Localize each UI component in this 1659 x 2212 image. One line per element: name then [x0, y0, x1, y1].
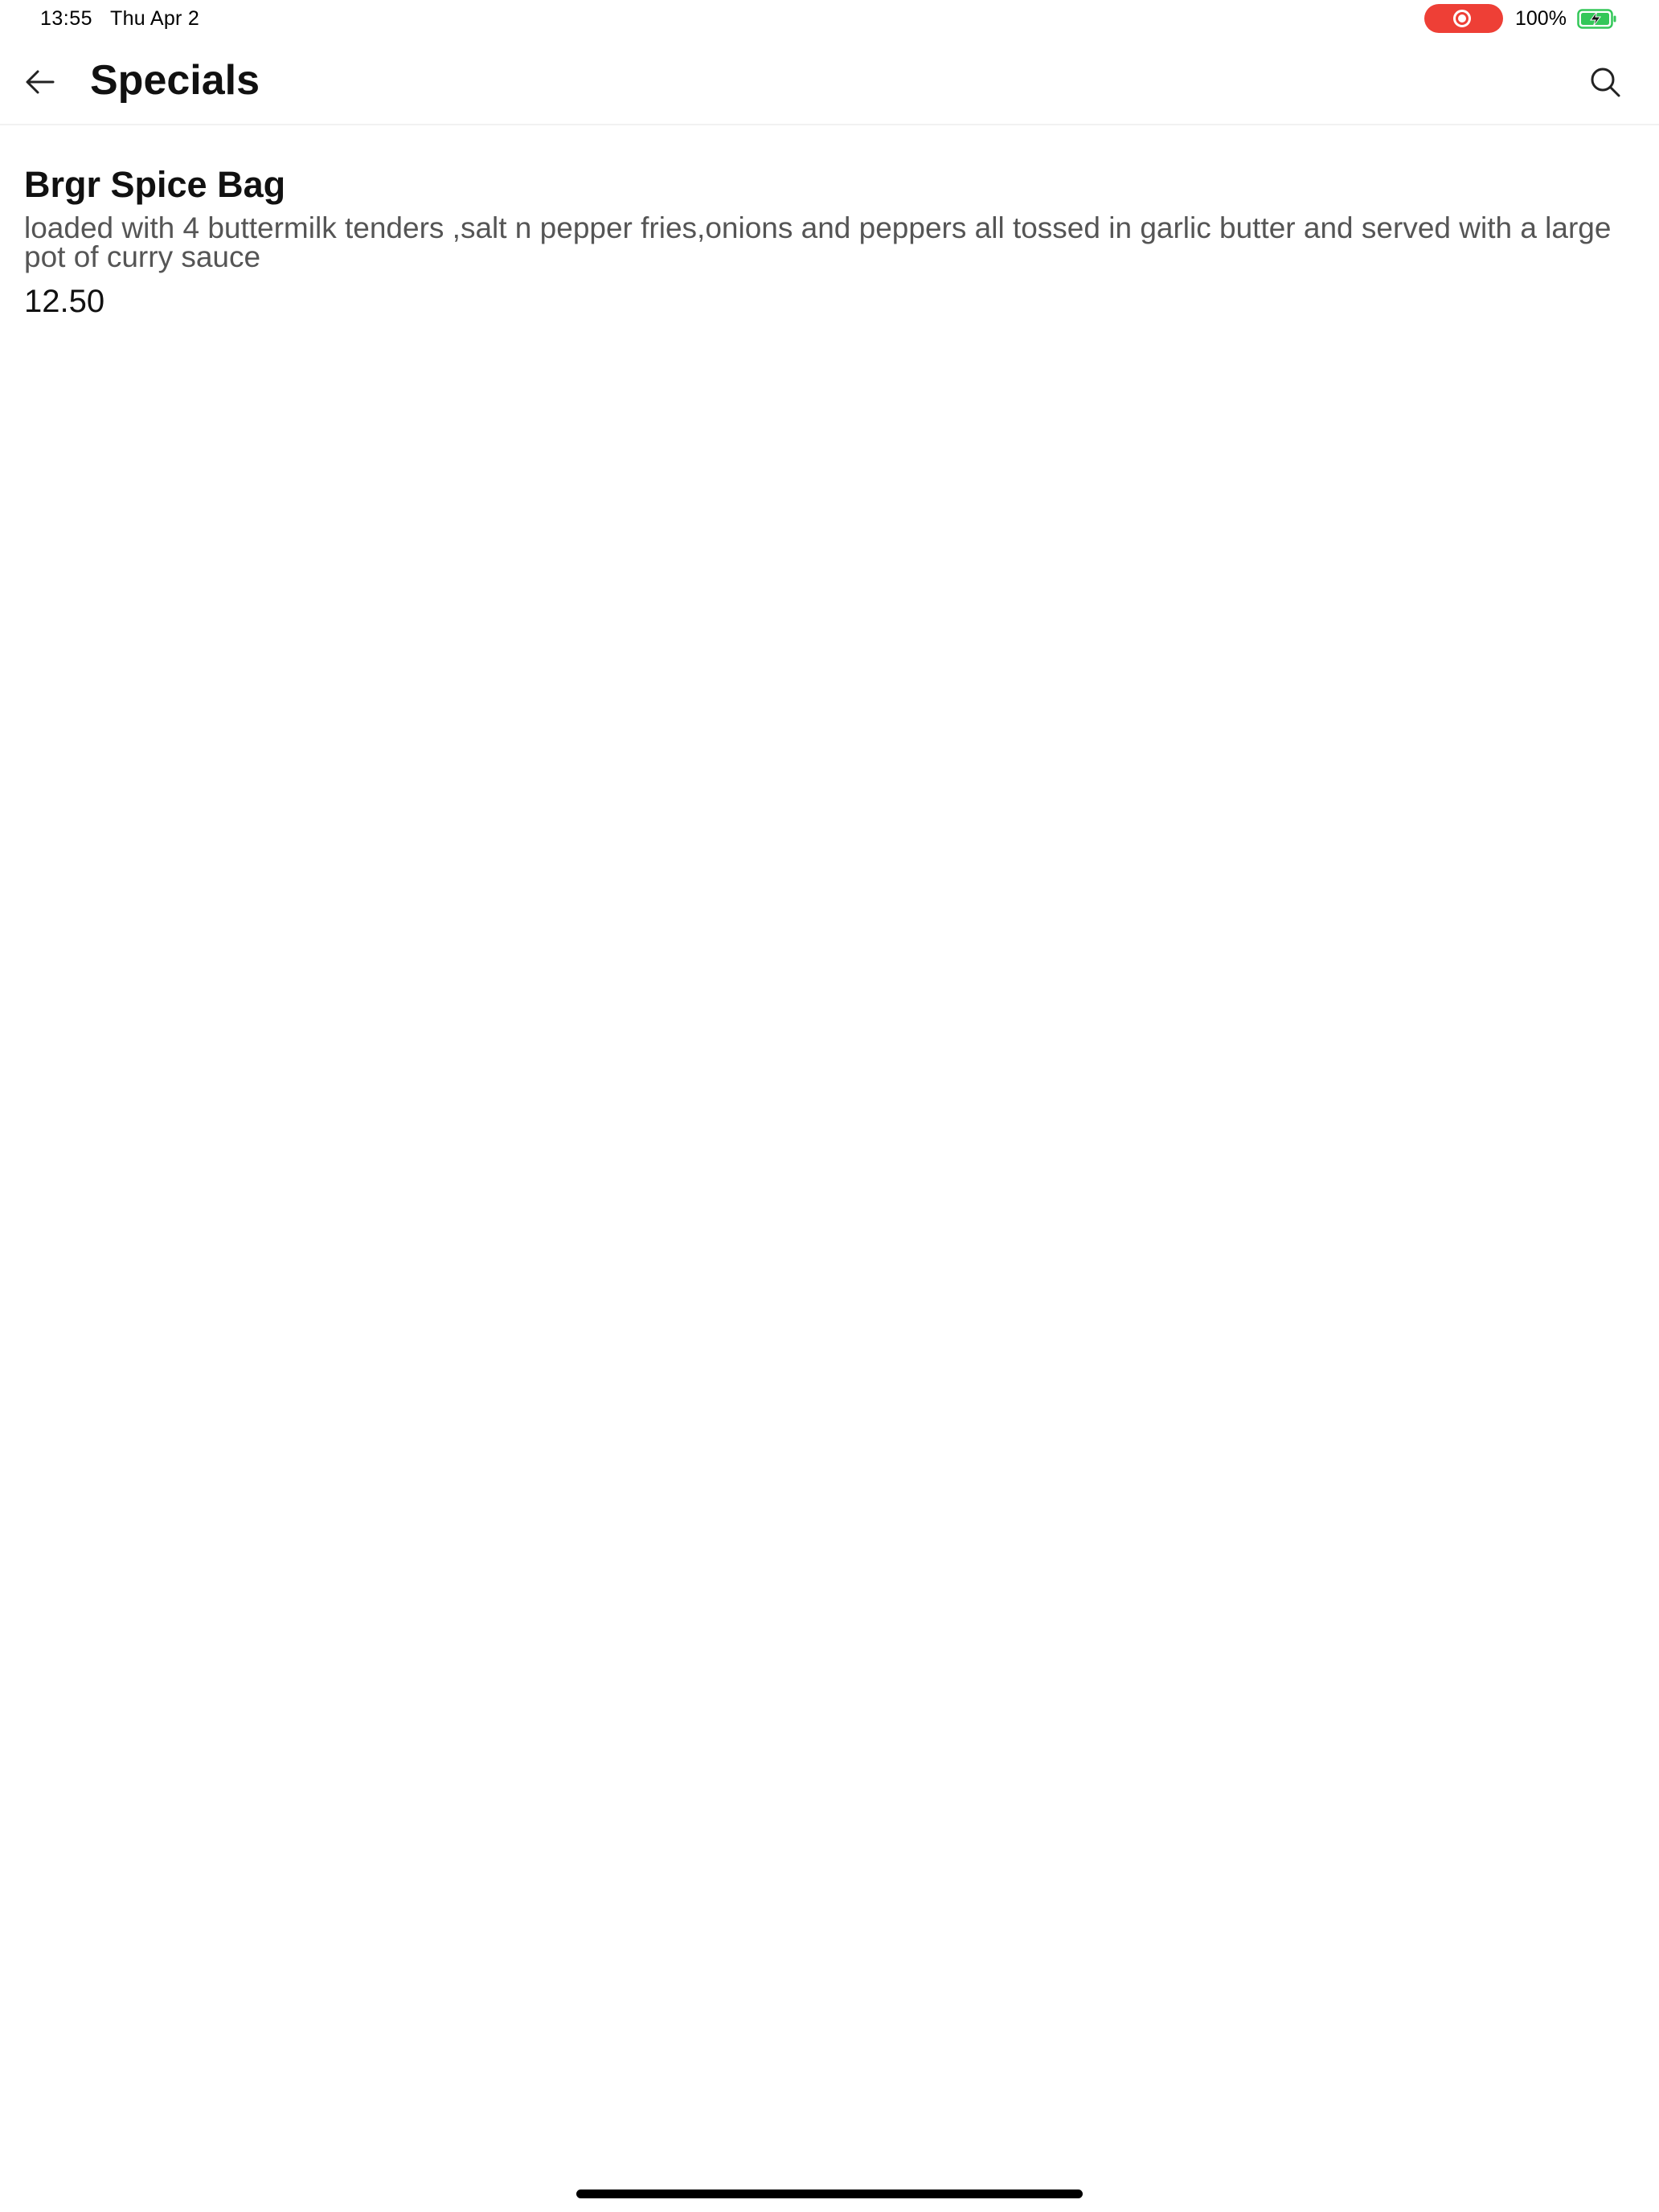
app-bar: Specials: [0, 39, 1659, 125]
search-button[interactable]: [1579, 56, 1631, 108]
page-title: Specials: [90, 57, 260, 104]
status-time: 13:55: [40, 7, 93, 30]
menu-item-list: Brgr Spice Bag loaded with 4 buttermilk …: [24, 161, 1635, 322]
record-icon: [1453, 10, 1471, 27]
battery-charging-icon: [1577, 9, 1616, 29]
menu-item-price: 12.50: [24, 284, 105, 319]
screen-recording-indicator[interactable]: [1424, 4, 1503, 33]
status-bar: 13:55 Thu Apr 2 100%: [0, 0, 1659, 39]
status-date: Thu Apr 2: [110, 7, 200, 30]
menu-item-description: loaded with 4 buttermilk tenders ,salt n…: [24, 211, 1612, 273]
menu-item-name: Brgr Spice Bag: [24, 164, 286, 205]
menu-item-brgr-spice-bag[interactable]: Brgr Spice Bag loaded with 4 buttermilk …: [24, 161, 1635, 322]
arrow-left-icon: [26, 70, 55, 94]
home-indicator[interactable]: [576, 2189, 1083, 2198]
battery-percent: 100%: [1515, 7, 1567, 30]
search-icon: [1591, 68, 1620, 97]
back-button[interactable]: [14, 56, 66, 108]
